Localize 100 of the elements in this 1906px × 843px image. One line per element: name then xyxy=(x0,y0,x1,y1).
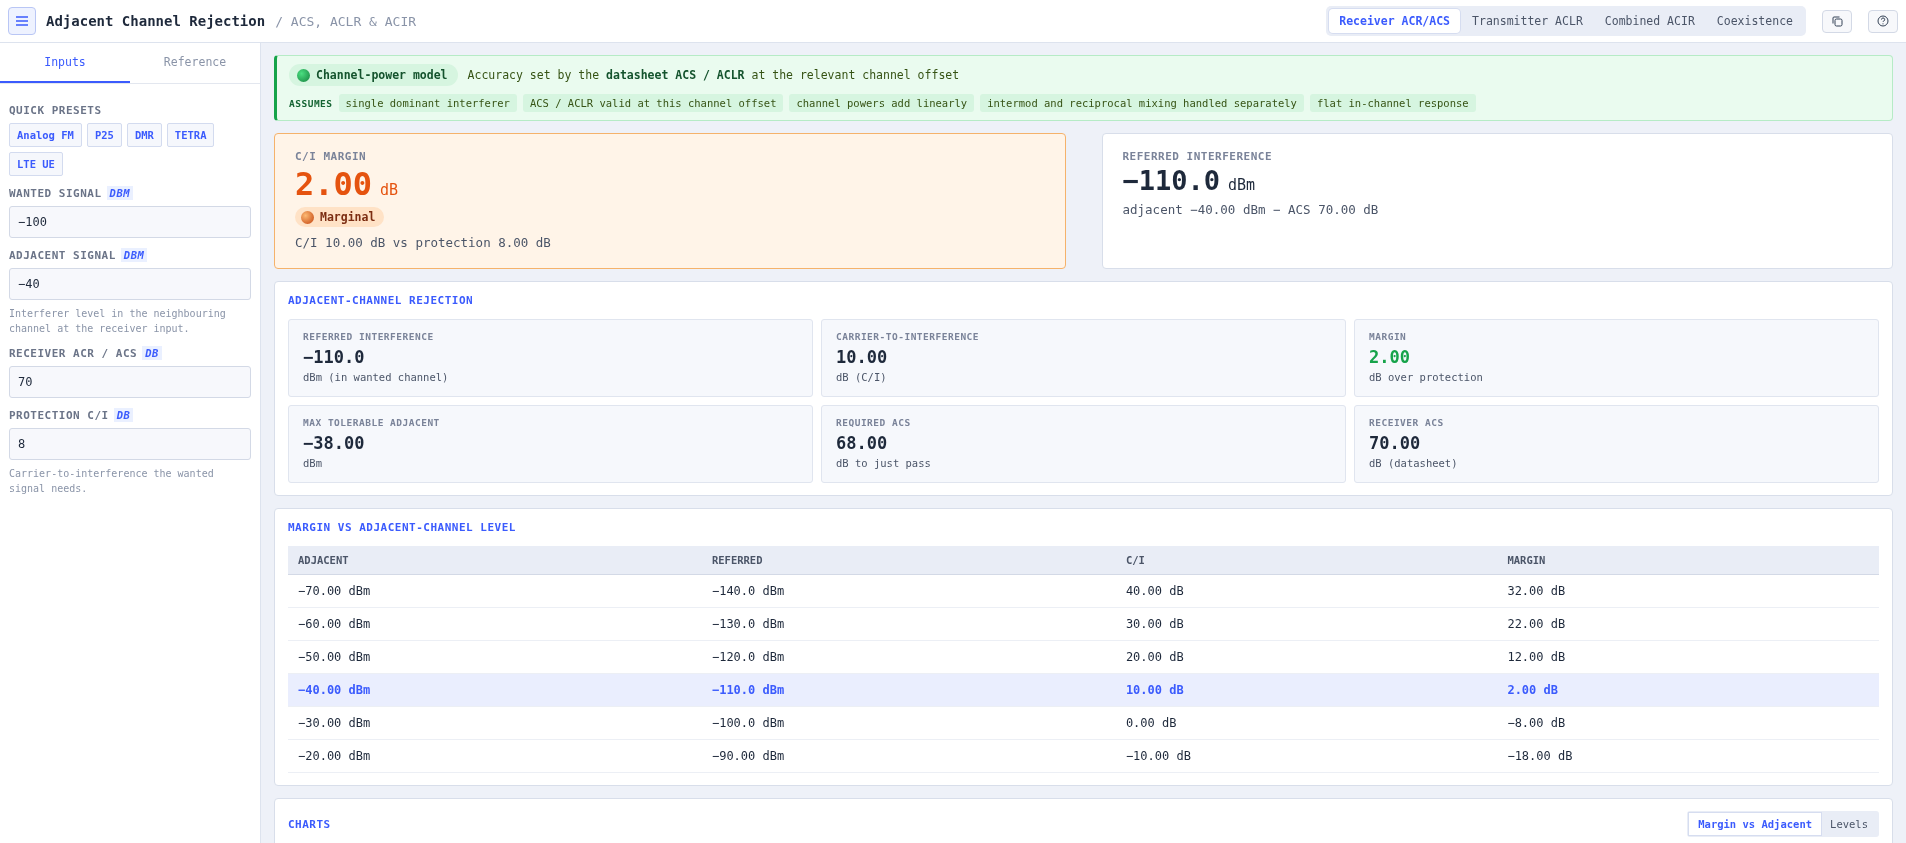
chart-tab[interactable]: Margin vs Adjacent xyxy=(1689,813,1822,835)
copy-button[interactable] xyxy=(1822,9,1852,33)
table-cell: 0.00 dB xyxy=(1115,706,1498,740)
margin-value: 2.00 xyxy=(295,165,373,203)
table-cell: 20.00 dB xyxy=(1115,640,1498,674)
unit-tag: DB xyxy=(113,408,134,422)
referred-value: −110.0 xyxy=(1122,165,1221,196)
menu-button[interactable] xyxy=(8,7,36,35)
model-badge: Channel-power model xyxy=(289,64,458,86)
metric-label: CARRIER-TO-INTERFERENCE xyxy=(836,331,981,342)
metric-label: MAX TOLERABLE ADJACENT xyxy=(303,417,441,428)
mode-tab[interactable]: Receiver ACR/ACS xyxy=(1329,9,1461,33)
table-cell: −8.00 dB xyxy=(1497,706,1879,740)
assumption-chip: single dominant interferer xyxy=(338,94,517,112)
table-cell: −70.00 dBm xyxy=(288,574,702,608)
table-cell: −120.0 dBm xyxy=(701,640,1116,674)
metric-value: −38.00 xyxy=(303,433,366,453)
preset-button[interactable]: P25 xyxy=(86,123,122,147)
field-label: PROTECTION C/I xyxy=(9,408,109,422)
input-field[interactable]: −40 xyxy=(9,268,251,300)
menu-icon xyxy=(15,15,29,27)
unit-tag: DBM xyxy=(120,248,148,262)
metric-unit: dBm (in wanted channel) xyxy=(303,371,450,383)
metric-unit: dB (C/I) xyxy=(836,371,888,383)
metric-unit: dB to just pass xyxy=(836,457,932,469)
metric-value: 2.00 xyxy=(1369,347,1411,367)
chart-tab[interactable]: Levels xyxy=(1821,813,1877,835)
card-label: REFERRED INTERFERENCE xyxy=(1122,150,1274,163)
preset-button[interactable]: LTE UE xyxy=(9,152,63,176)
table-cell: −110.0 dBm xyxy=(701,673,1116,707)
preset-button[interactable]: DMR xyxy=(126,123,162,147)
sidebar-tab[interactable]: Reference xyxy=(130,43,260,83)
column-header: MARGIN xyxy=(1497,546,1879,575)
field-label: RECEIVER ACR / ACS xyxy=(9,346,138,360)
assumption-chip: ACS / ACLR valid at this channel offset xyxy=(522,94,784,112)
table-cell: −90.00 dBm xyxy=(701,739,1116,773)
section-title: CHARTS xyxy=(288,817,331,831)
metric-label: REFERRED INTERFERENCE xyxy=(303,331,435,342)
mode-tab[interactable]: Combined ACIR xyxy=(1594,9,1705,33)
unit-tag: DBM xyxy=(106,186,134,200)
column-header: ADJACENT xyxy=(288,546,702,575)
table-cell: 40.00 dB xyxy=(1115,574,1498,608)
table-cell: 2.00 dB xyxy=(1497,673,1879,707)
input-field[interactable]: 8 xyxy=(9,428,251,460)
status-badge: Marginal xyxy=(295,207,385,227)
copy-icon xyxy=(1831,15,1843,27)
card-label: C/I MARGIN xyxy=(295,150,368,163)
section-title: MARGIN VS ADJACENT-CHANNEL LEVEL xyxy=(288,521,517,534)
unit-label: dBm xyxy=(1228,176,1256,194)
app-subtitle: / ACS, ACLR & ACIR xyxy=(275,13,417,29)
table-cell: −100.0 dBm xyxy=(701,706,1116,740)
table-cell: −40.00 dBm xyxy=(288,673,702,707)
section-label: QUICK PRESETS xyxy=(9,104,102,117)
metric-value: 70.00 xyxy=(1369,433,1422,453)
field-label: WANTED SIGNAL xyxy=(9,186,102,200)
metric-unit: dB (datasheet) xyxy=(1369,457,1459,469)
table-cell: −130.0 dBm xyxy=(701,607,1116,641)
assumption-chip: flat in-channel response xyxy=(1309,94,1476,112)
field-hint: Carrier-to-interference the wanted signal needs. xyxy=(9,467,215,496)
metric-label: REQUIRED ACS xyxy=(836,417,912,428)
app-title: Adjacent Channel Rejection xyxy=(46,13,266,29)
help-button[interactable] xyxy=(1868,9,1898,33)
table-cell: −30.00 dBm xyxy=(288,706,702,740)
assumption-chip: intermod and reciprocal mixing handled separately xyxy=(980,94,1304,112)
metric-unit: dB over protection xyxy=(1369,371,1484,383)
table-cell: 12.00 dB xyxy=(1497,640,1879,674)
column-header: C/I xyxy=(1115,546,1498,575)
banner-text: Accuracy set by the datasheet ACS / ACLR at the relevant channel offset xyxy=(467,68,960,82)
field-hint: Interferer level in the neighbouring channel at the receiver input. xyxy=(9,307,227,336)
table-cell: −20.00 dBm xyxy=(288,739,702,773)
metric-value: −110.0 xyxy=(303,347,366,367)
table-cell: 10.00 dB xyxy=(1115,673,1498,707)
input-field[interactable]: −100 xyxy=(9,206,251,238)
preset-button[interactable]: Analog FM xyxy=(9,123,82,147)
field-label: ADJACENT SIGNAL xyxy=(9,248,116,262)
table-cell: −140.0 dBm xyxy=(701,574,1116,608)
metric-value: 10.00 xyxy=(836,347,889,367)
sidebar-tab[interactable]: Inputs xyxy=(0,43,130,83)
mode-tab[interactable]: Coexistence xyxy=(1706,9,1803,33)
table-cell: −60.00 dBm xyxy=(288,607,702,641)
preset-button[interactable]: TETRA xyxy=(166,123,215,147)
assumption-chip: channel powers add linearly xyxy=(789,94,975,112)
help-icon xyxy=(1877,15,1889,27)
input-field[interactable]: 70 xyxy=(9,366,251,398)
metric-label: RECEIVER ACS xyxy=(1369,417,1445,428)
section-title: ADJACENT-CHANNEL REJECTION xyxy=(288,294,475,307)
card-detail: adjacent −40.00 dBm − ACS 70.00 dB xyxy=(1122,202,1380,217)
card-detail: C/I 10.00 dB vs protection 8.00 dB xyxy=(295,235,552,250)
table-cell: 22.00 dB xyxy=(1497,607,1879,641)
metric-value: 68.00 xyxy=(836,433,889,453)
table-cell: −10.00 dB xyxy=(1115,739,1498,773)
mode-tab[interactable]: Transmitter ACLR xyxy=(1462,9,1593,33)
unit-label: dB xyxy=(380,181,399,199)
assumes-label: ASSUMES xyxy=(289,97,333,109)
table-cell: 30.00 dB xyxy=(1115,607,1498,641)
table-cell: −18.00 dB xyxy=(1497,739,1879,773)
table-cell: −50.00 dBm xyxy=(288,640,702,674)
table-cell: 32.00 dB xyxy=(1497,574,1879,608)
metric-label: MARGIN xyxy=(1369,331,1408,342)
metric-unit: dBm xyxy=(303,457,323,469)
